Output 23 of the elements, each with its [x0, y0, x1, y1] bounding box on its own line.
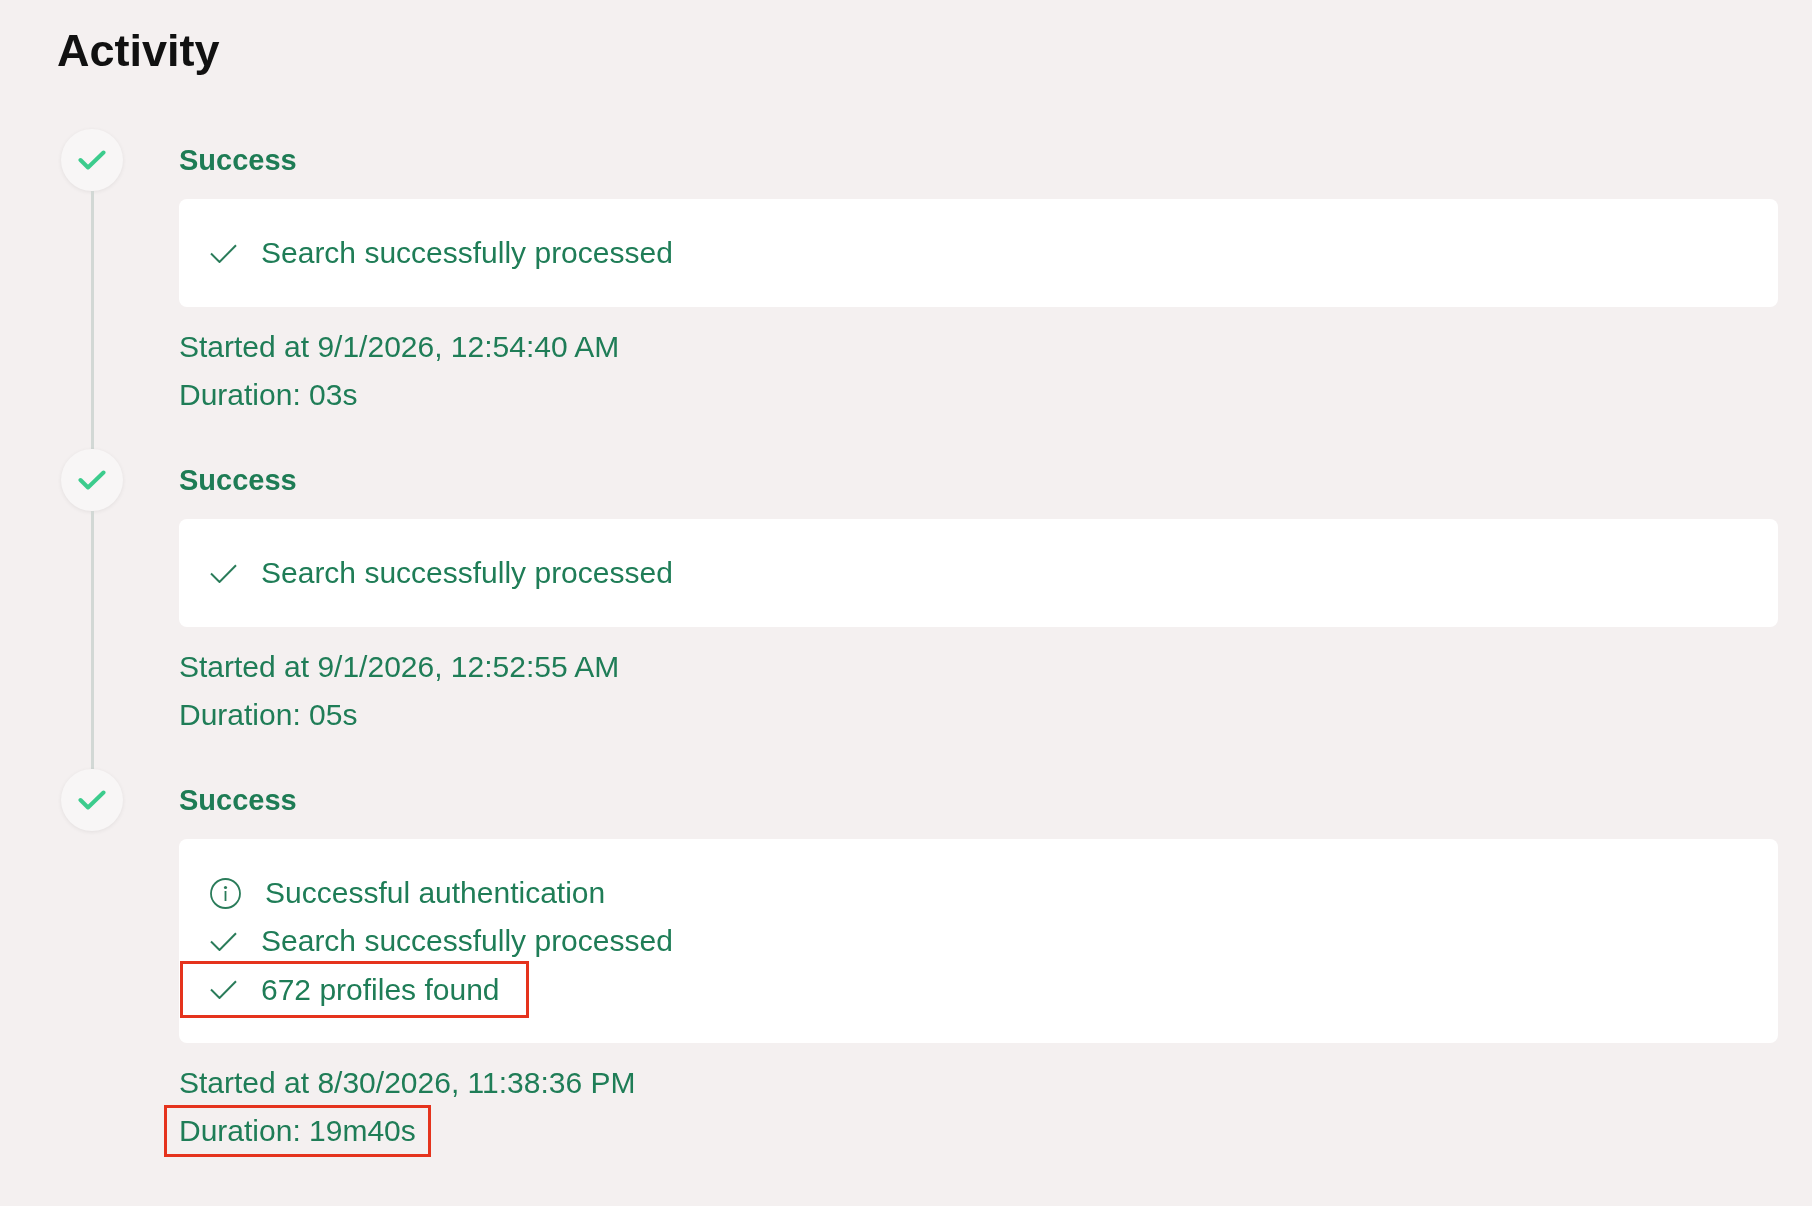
check-icon [210, 931, 237, 951]
check-icon [210, 980, 237, 999]
duration-text: Duration: 05s [179, 697, 358, 733]
message-text: Search successfully processed [261, 235, 673, 271]
duration-text: Duration: 03s [179, 377, 358, 413]
duration-text: Duration: 19m40s [164, 1105, 431, 1157]
check-circle-icon [61, 769, 123, 831]
info-icon [210, 877, 241, 909]
status-heading: Success [179, 782, 297, 818]
message-text: 672 profiles found [261, 971, 500, 1008]
message-text: Search successfully processed [261, 923, 673, 959]
check-icon [210, 243, 237, 263]
check-circle-icon [61, 449, 123, 511]
status-heading: Success [179, 462, 297, 498]
check-circle-icon [61, 129, 123, 191]
start-time-text: Started at 8/30/2026, 11:38:36 PM [179, 1065, 636, 1101]
check-icon [210, 563, 237, 583]
message-text: Successful authentication [265, 875, 606, 911]
start-time-text: Started at 9/1/2026, 12:54:40 AM [179, 329, 620, 365]
message-text: Search successfully processed [261, 555, 673, 591]
start-time-text: Started at 9/1/2026, 12:52:55 AM [179, 649, 620, 685]
page-title: Activity [57, 24, 220, 78]
status-heading: Success [179, 142, 297, 178]
